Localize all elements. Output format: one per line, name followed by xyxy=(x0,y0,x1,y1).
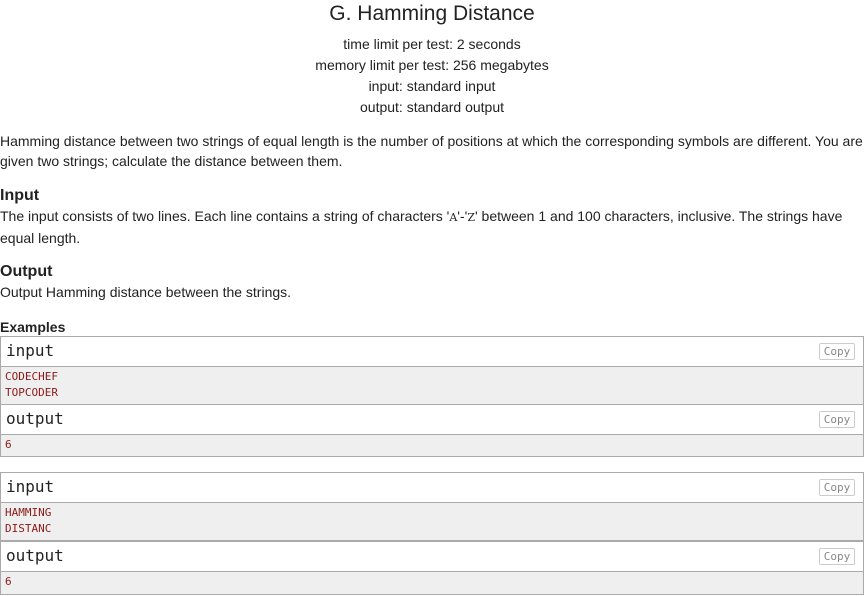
example-2-output-body: 6 xyxy=(0,572,864,595)
example-1-input-body: CODECHEF TOPCODER xyxy=(0,367,864,405)
statement-text: Hamming distance between two strings of … xyxy=(0,131,864,172)
example-2-output-header: output Copy xyxy=(0,541,864,572)
output-heading: Output xyxy=(0,263,53,280)
input-label: input xyxy=(6,477,55,496)
input-text-before: The input consists of two lines. Each li… xyxy=(0,208,450,224)
copy-button[interactable]: Copy xyxy=(819,343,855,360)
problem-title: G. Hamming Distance xyxy=(329,2,535,25)
memory-limit: memory limit per test: 256 megabytes xyxy=(315,57,549,73)
char-dash: '-' xyxy=(457,208,468,224)
example-2-input-header: input Copy xyxy=(0,472,864,503)
example-1-output-header: output Copy xyxy=(0,404,864,435)
output-label: output xyxy=(6,546,64,565)
input-description-line-1: The input consists of two lines. Each li… xyxy=(0,206,864,228)
copy-button[interactable]: Copy xyxy=(819,548,855,565)
sample-line: 6 xyxy=(5,575,12,588)
examples-heading: Examples xyxy=(0,319,66,335)
copy-button[interactable]: Copy xyxy=(819,411,855,428)
input-text-after: ' between 1 and 100 characters, inclusiv… xyxy=(474,208,843,224)
output-spec: output: standard output xyxy=(360,99,504,115)
example-1-output-body: 6 xyxy=(0,435,864,457)
time-limit: time limit per test: 2 seconds xyxy=(343,36,521,52)
output-label: output xyxy=(6,409,64,428)
input-description: The input consists of two lines. Each li… xyxy=(0,206,864,249)
input-description-line-2: equal length. xyxy=(0,230,81,246)
copy-button[interactable]: Copy xyxy=(819,479,855,496)
input-spec: input: standard input xyxy=(368,78,496,94)
sample-line: HAMMING xyxy=(5,506,52,519)
example-2-input-body: HAMMING DISTANC xyxy=(0,503,864,541)
sample-line: TOPCODER xyxy=(5,386,58,399)
sample-line: DISTANC xyxy=(5,522,52,535)
sample-line: 6 xyxy=(5,438,12,451)
input-heading: Input xyxy=(0,187,40,204)
output-description: Output Hamming distance between the stri… xyxy=(0,284,292,300)
statement-line-1: Hamming distance between two strings of … xyxy=(0,133,863,149)
sample-line: CODECHEF xyxy=(5,370,58,383)
example-1-input-header: input Copy xyxy=(0,336,864,367)
statement-line-2: given two strings; calculate the distanc… xyxy=(0,153,343,169)
char-z: Z xyxy=(467,211,475,224)
input-label: input xyxy=(6,341,55,360)
